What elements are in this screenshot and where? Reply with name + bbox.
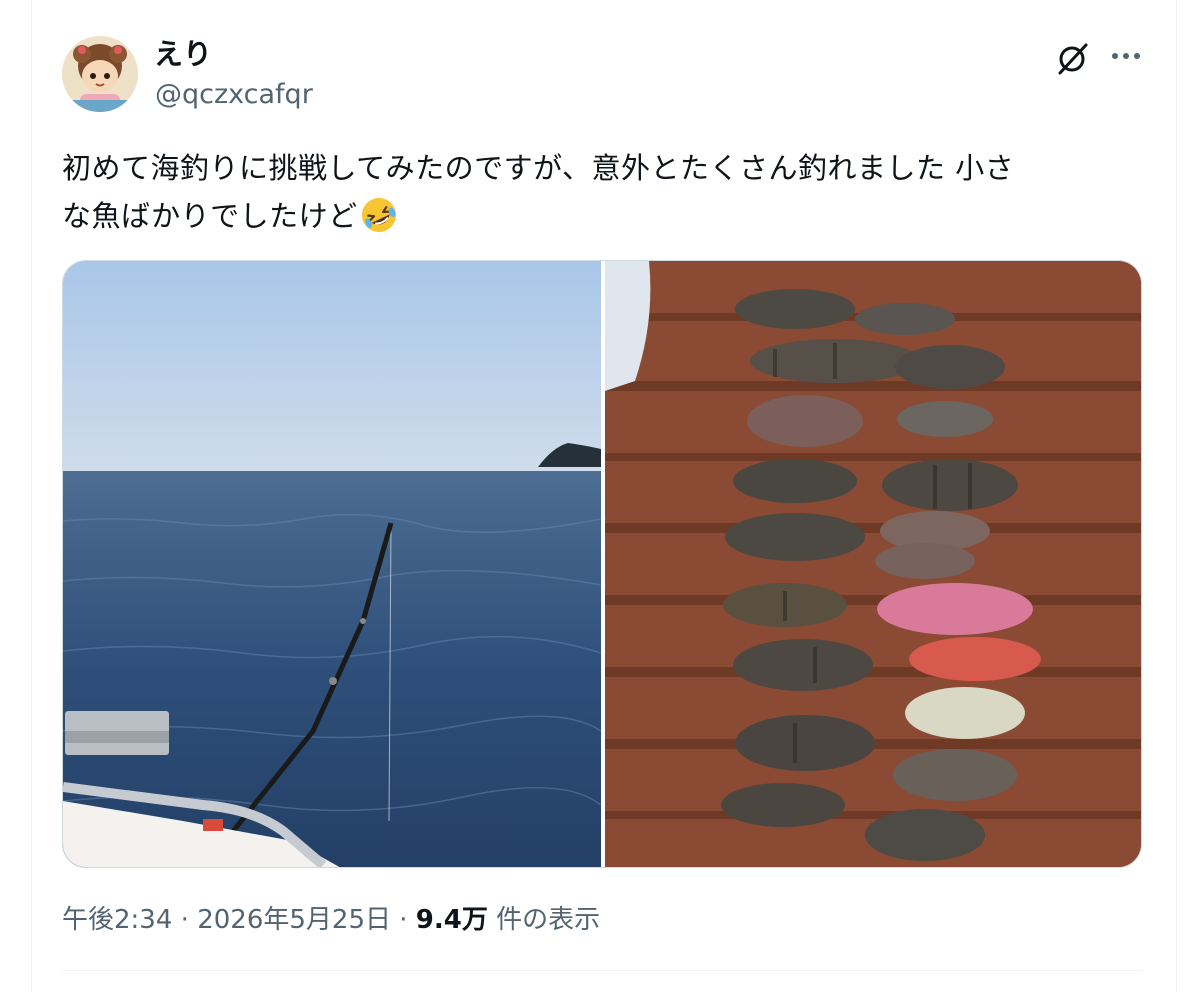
meta-separator: · — [180, 905, 189, 935]
tweet-text: 初めて海釣りに挑戦してみたのですが、意外とたくさん釣れました 小さ な魚ばかりで… — [62, 144, 1122, 240]
tweet-text-line-2: な魚ばかりでしたけど — [62, 199, 358, 233]
post-date[interactable]: 2026年5月25日 — [197, 905, 391, 935]
views-label: 件の表示 — [496, 905, 601, 935]
avatar[interactable] — [62, 36, 138, 112]
user-handle[interactable]: @qczxcafqr — [155, 78, 313, 112]
sea-fishing-photo[interactable] — [63, 261, 602, 867]
more-icon[interactable] — [1108, 38, 1144, 74]
grok-icon[interactable] — [1055, 40, 1091, 76]
views-count: 9.4万 — [415, 905, 488, 935]
media-grid — [62, 260, 1142, 868]
divider — [62, 970, 1142, 971]
tweet-meta: 午後2:34 · 2026年5月25日 · 9.4万 件の表示 — [62, 900, 600, 940]
post-time[interactable]: 午後2:34 — [62, 905, 172, 935]
laughing-emoji-icon — [360, 196, 398, 234]
display-name[interactable]: えり — [154, 36, 212, 72]
avatar-image — [62, 36, 138, 112]
tweet-text-line-1: 初めて海釣りに挑戦してみたのですが、意外とたくさん釣れました 小さ — [62, 151, 1015, 185]
meta-separator: · — [399, 905, 408, 935]
caught-fish-photo[interactable] — [605, 261, 1141, 867]
